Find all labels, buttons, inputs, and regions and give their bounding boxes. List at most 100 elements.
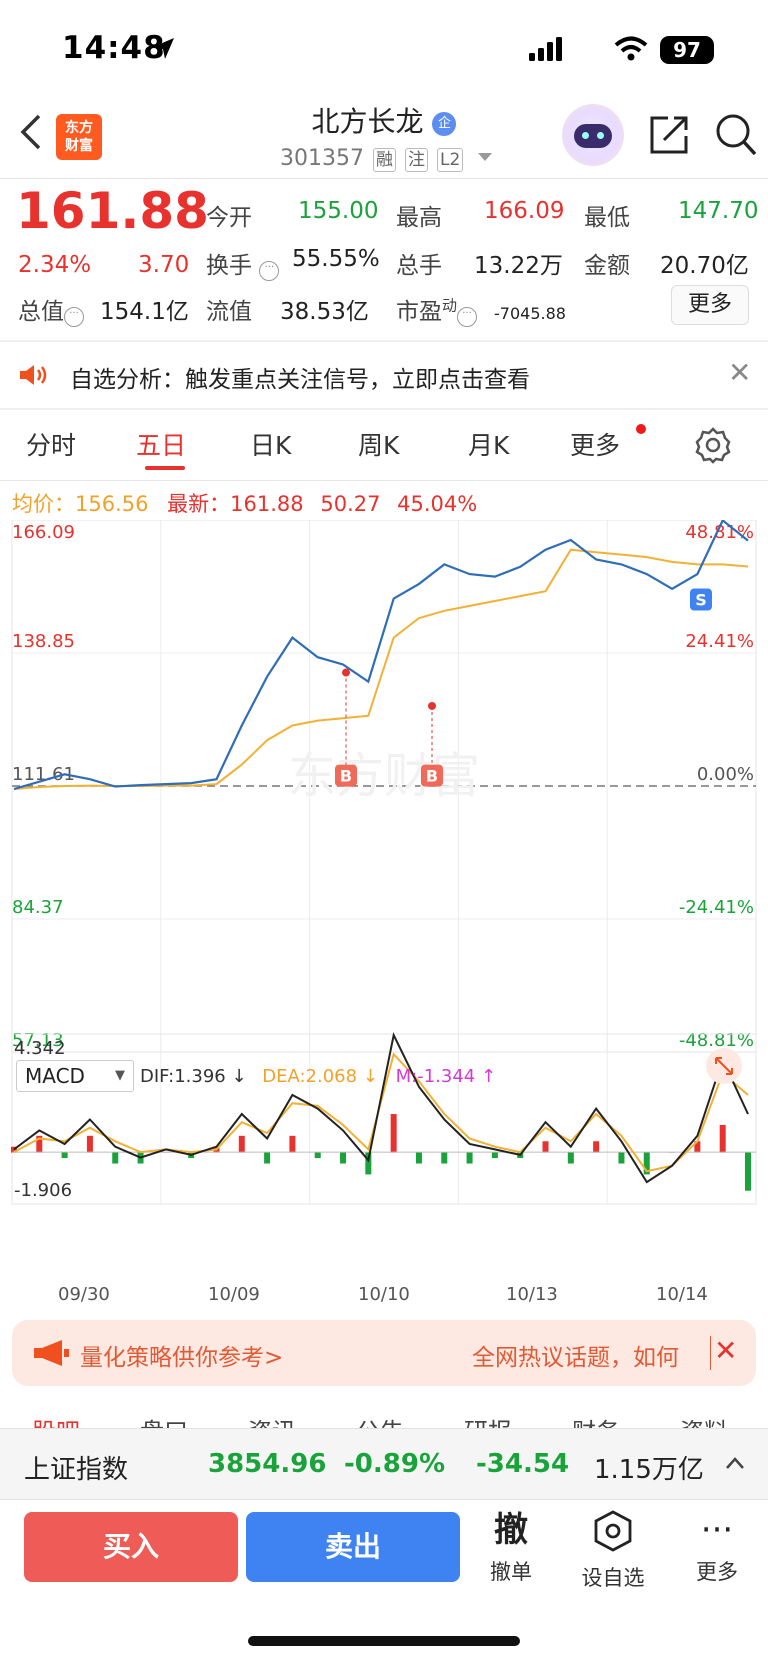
latest-label: 最新：	[167, 492, 231, 516]
turnover-value: 55.55%	[292, 246, 380, 272]
notice-text: 自选分析：触发重点关注信号，立即点击查看	[70, 367, 530, 393]
macd-values: DIF:1.396 ↓ DEA:2.068 ↓ M:-1.344 ↑	[140, 1066, 496, 1087]
dropdown-caret-icon[interactable]	[478, 153, 493, 161]
high-value: 166.09	[484, 198, 565, 224]
cancel-order-icon: 撤	[494, 1510, 528, 1550]
battery-indicator: 97	[660, 36, 714, 64]
avg-label: 均价：	[12, 492, 75, 516]
indicator-name: MACD	[25, 1064, 85, 1088]
latest-value: 161.88	[230, 492, 304, 516]
chevron-up-icon[interactable]	[724, 1455, 746, 1471]
ai-assistant-avatar[interactable]	[562, 104, 624, 166]
info-icon: ···	[64, 307, 84, 327]
tab-monthly-k[interactable]: 月K	[468, 426, 509, 462]
pe-label: 市盈动 ···	[396, 292, 478, 327]
five-day-chart[interactable]: 东方财富166.09138.85111.6184.3757.1348.81%24…	[0, 520, 768, 1280]
left-tick-label: 84.37	[12, 897, 64, 918]
macd-bar	[289, 1135, 296, 1153]
low-label: 最低	[584, 205, 630, 231]
tab-daily-k[interactable]: 日K	[250, 426, 291, 462]
pe-value: -7045.88	[494, 304, 566, 323]
macd-m: M:-1.344 ↑	[395, 1066, 497, 1087]
date-label: 10/10	[358, 1284, 410, 1305]
banner-right-text[interactable]: 全网热议话题，如何	[472, 1338, 679, 1372]
date-label: 10/13	[506, 1284, 558, 1305]
volume-label: 总手	[396, 253, 442, 279]
close-icon[interactable]: ✕	[728, 356, 751, 389]
index-pct: -0.89%	[344, 1449, 445, 1479]
tab-more[interactable]: 更多	[570, 426, 620, 462]
info-icon: ···	[457, 307, 478, 327]
more-actions-button[interactable]: ··· 更多	[672, 1510, 762, 1586]
macd-bar	[61, 1152, 68, 1159]
tab-intraday[interactable]: 分时	[26, 426, 76, 462]
active-tab-indicator	[145, 466, 185, 470]
add-watchlist-label: 设自选	[581, 1566, 645, 1590]
macd-bar	[86, 1135, 93, 1153]
macd-dif: DIF:1.396 ↓	[140, 1066, 247, 1087]
right-tick-label: 24.41%	[685, 631, 754, 652]
caret-down-icon: ▼	[115, 1068, 125, 1083]
buy-button[interactable]: 买入	[24, 1512, 238, 1582]
index-amount: 1.15万亿	[594, 1455, 704, 1485]
share-icon[interactable]	[648, 114, 690, 156]
stock-code: 301357	[280, 146, 364, 171]
promo-banner[interactable]: 量化策略供你参考> 全网热议话题，如何 ✕	[12, 1320, 756, 1386]
open-label: 今开	[206, 205, 252, 231]
hexagon-add-icon	[594, 1510, 632, 1552]
high-label: 最高	[396, 205, 442, 231]
more-dots-icon: ···	[700, 1510, 734, 1550]
latest-change-pct: 45.04%	[397, 492, 478, 516]
analysis-notice[interactable]: 自选分析：触发重点关注信号，立即点击查看 ✕	[0, 342, 768, 408]
macd-bar	[567, 1152, 574, 1164]
notification-dot	[636, 424, 646, 434]
more-quote-button[interactable]: 更多	[671, 285, 749, 325]
megaphone-icon	[34, 1340, 69, 1366]
macd-bar	[618, 1152, 625, 1164]
macd-bar	[542, 1141, 549, 1153]
header-divider	[0, 178, 768, 179]
settings-gear-icon[interactable]	[694, 426, 732, 464]
tab-five-day[interactable]: 五日	[136, 426, 186, 462]
close-icon[interactable]: ✕	[714, 1334, 737, 1367]
location-icon	[153, 38, 174, 59]
change-percent: 2.34%	[18, 252, 92, 278]
low-value: 147.70	[678, 198, 759, 224]
signal-icon	[529, 37, 562, 61]
avg-value: 156.56	[75, 492, 149, 516]
sell-button[interactable]: 卖出	[246, 1512, 460, 1582]
buy-marker-dot	[428, 701, 436, 710]
banner-left-text[interactable]: 量化策略供你参考>	[80, 1338, 283, 1372]
date-label: 10/09	[208, 1284, 260, 1305]
cancel-order-button[interactable]: 撤 撤单	[466, 1510, 556, 1586]
buy-marker-label: B	[426, 767, 438, 786]
macd-bar	[719, 1124, 726, 1153]
stock-code-row: 301357 融 注 L2	[280, 146, 493, 172]
index-name: 上证指数	[24, 1455, 129, 1485]
avg-price-bar: 均价：156.56 最新：161.88 50.27 45.04%	[12, 488, 477, 518]
macd-bar	[314, 1152, 321, 1159]
open-value: 155.00	[298, 198, 379, 224]
search-icon[interactable]	[714, 112, 758, 158]
chart-tabs: 分时 五日 日K 周K 月K 更多	[0, 410, 768, 480]
left-tick-label: 138.85	[12, 631, 75, 652]
current-price: 161.88	[16, 182, 209, 240]
tab-weekly-k[interactable]: 周K	[358, 426, 399, 462]
change-amount: 3.70	[138, 252, 190, 278]
cancel-order-label: 撤单	[490, 1560, 532, 1584]
speaker-icon	[20, 365, 47, 385]
amount-value: 20.70亿	[660, 253, 749, 279]
tabs-divider	[0, 480, 768, 481]
macd-bar	[390, 1114, 397, 1153]
buy-marker-label: B	[340, 767, 352, 786]
sell-marker-label: S	[695, 591, 707, 610]
tag-l2: L2	[436, 148, 464, 172]
indicator-selector[interactable]: MACD ▼	[16, 1060, 134, 1092]
float-label: 流值	[206, 299, 252, 325]
index-ticker-bar[interactable]: 上证指数 3854.96 -0.89% -34.54 1.15万亿	[0, 1428, 768, 1500]
tag-margin: 融	[372, 148, 396, 172]
macd-bar	[264, 1152, 271, 1164]
macd-bar	[340, 1152, 347, 1164]
add-watchlist-button[interactable]: 设自选	[568, 1510, 658, 1592]
macd-bar	[415, 1152, 422, 1164]
